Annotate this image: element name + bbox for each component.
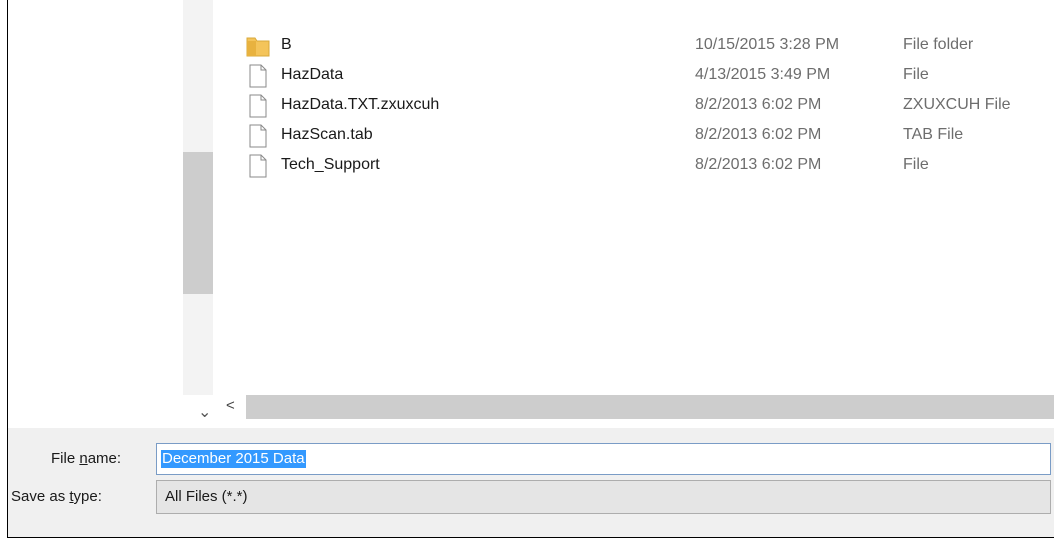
file-name: HazData [281, 66, 344, 83]
folder-icon [246, 34, 270, 58]
file-row-hazdata-txt-zxuxcuh[interactable]: HazData.TXT.zxuxcuh 8/2/2013 6:02 PM ZXU… [246, 93, 1054, 123]
file-name: Tech_Support [281, 156, 380, 173]
file-list: B 10/15/2015 3:28 PM File folder HazData… [246, 33, 1054, 183]
file-type: TAB File [903, 126, 964, 143]
file-date: 8/2/2013 6:02 PM [695, 156, 822, 173]
savetype-label: Save as type: [11, 488, 102, 505]
filename-value: December 2015 Data [161, 450, 306, 468]
file-date: 10/15/2015 3:28 PM [695, 36, 840, 53]
nav-pane-scrollbar[interactable] [183, 0, 213, 395]
file-type: ZXUXCUH File [903, 96, 1011, 113]
filename-label-text-end: ame: [87, 450, 122, 467]
chevron-down-icon[interactable]: ⌄ [198, 402, 211, 422]
filename-label-accesskey: n [79, 450, 88, 467]
file-type: File [903, 66, 929, 83]
savetype-label-text: Save as [11, 488, 70, 505]
save-dialog: ⌄ B 10/15/2015 3:28 PM File folder HazDa… [7, 0, 1054, 538]
dialog-footer: File name: December 2015 Data Save as ty… [8, 428, 1054, 537]
filename-label: File name: [51, 450, 121, 467]
filename-label-text: File [51, 450, 80, 467]
file-name: HazData.TXT.zxuxcuh [281, 96, 440, 113]
file-icon [246, 94, 270, 118]
file-row-tech-support[interactable]: Tech_Support 8/2/2013 6:02 PM File [246, 153, 1054, 183]
file-icon [246, 64, 270, 88]
file-name: HazScan.tab [281, 126, 373, 143]
filename-input[interactable]: December 2015 Data [156, 443, 1051, 475]
file-icon [246, 124, 270, 148]
savetype-select[interactable]: All Files (*.*) [156, 480, 1051, 514]
nav-pane-scrollbar-thumb[interactable] [183, 152, 213, 294]
navigation-pane: ⌄ [8, 0, 213, 428]
file-type: File [903, 156, 929, 173]
savetype-label-text-end: ype: [73, 488, 102, 505]
file-row-hazdata[interactable]: HazData 4/13/2015 3:49 PM File [246, 63, 1054, 93]
horizontal-scrollbar[interactable] [246, 395, 1054, 419]
file-row-b[interactable]: B 10/15/2015 3:28 PM File folder [246, 33, 1054, 63]
file-icon [246, 154, 270, 178]
file-date: 8/2/2013 6:02 PM [695, 96, 822, 113]
file-row-hazscan-tab[interactable]: HazScan.tab 8/2/2013 6:02 PM TAB File [246, 123, 1054, 153]
file-date: 4/13/2015 3:49 PM [695, 66, 831, 83]
file-type: File folder [903, 36, 974, 53]
scroll-left-icon[interactable]: < [226, 397, 235, 414]
file-name: B [281, 36, 292, 53]
savetype-value: All Files (*.*) [165, 488, 248, 505]
file-date: 8/2/2013 6:02 PM [695, 126, 822, 143]
